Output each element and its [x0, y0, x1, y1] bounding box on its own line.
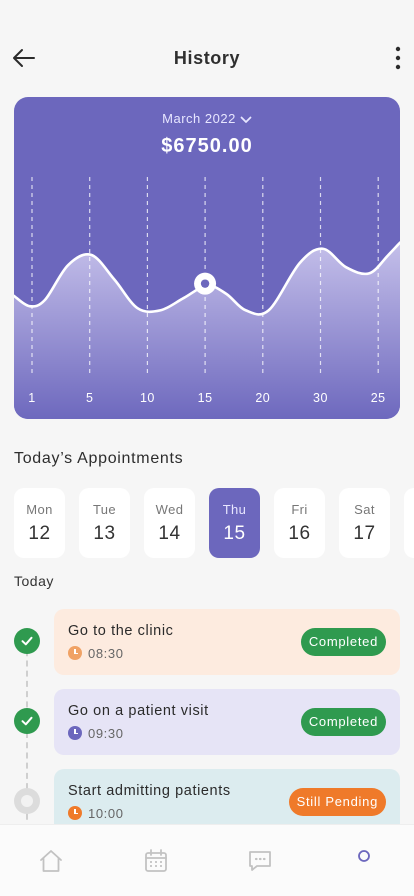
- chat-icon[interactable]: [246, 847, 274, 875]
- day-item[interactable]: Thu 15: [209, 488, 260, 558]
- appointments-title: Today’s Appointments: [14, 450, 184, 467]
- chevron-down-icon: [240, 116, 252, 123]
- check-circle-icon: [14, 628, 40, 654]
- month-label: March 2022: [162, 111, 236, 126]
- pending-circle-icon: [14, 788, 40, 814]
- x-tick-label: 1: [28, 391, 35, 405]
- total-amount: $6750.00: [161, 135, 253, 157]
- day-item[interactable]: Mon 12: [14, 488, 65, 558]
- time-label: 08:30: [88, 646, 124, 661]
- check-circle-icon: [14, 708, 40, 734]
- status-badge: Completed: [300, 628, 386, 656]
- month-selector[interactable]: March 2022: [14, 111, 400, 126]
- x-tick-label: 20: [255, 391, 270, 405]
- appointment-title: Go to the clinic: [68, 623, 174, 639]
- more-vertical-icon[interactable]: [390, 44, 406, 72]
- appointment-time: 09:30: [68, 726, 124, 741]
- profile-icon[interactable]: [350, 847, 378, 875]
- day-item[interactable]: Sat 17: [339, 488, 390, 558]
- day-name: Tue: [92, 502, 117, 517]
- day-item[interactable]: Fri 16: [274, 488, 325, 558]
- appointment-time: 08:30: [68, 646, 124, 661]
- time-label: 10:00: [88, 806, 124, 821]
- calendar-icon[interactable]: [142, 847, 170, 875]
- appointment-time: 10:00: [68, 806, 124, 821]
- home-icon[interactable]: [37, 847, 65, 875]
- appointment-title: Start admitting patients: [68, 783, 231, 799]
- day-number: 15: [223, 523, 246, 544]
- day-name: Thu: [222, 502, 247, 517]
- appointment-card[interactable]: Go on a patient visit 09:30 Completed: [54, 689, 400, 755]
- x-tick-label: 10: [140, 391, 155, 405]
- x-tick-label: 5: [86, 391, 93, 405]
- day-number: 14: [158, 523, 181, 544]
- history-chart-card: 1 5 10 15 20 30 25 March 2022 $6750.00: [14, 97, 400, 419]
- day-number: 17: [353, 523, 376, 544]
- x-tick-label: 30: [313, 391, 328, 405]
- bottom-nav: [0, 824, 414, 896]
- day-name: Sat: [354, 502, 375, 517]
- status-badge: Still Pending: [288, 788, 386, 816]
- day-item[interactable]: [404, 488, 414, 558]
- today-label: Today: [14, 573, 54, 589]
- day-item[interactable]: Wed 14: [144, 488, 195, 558]
- day-number: 16: [288, 523, 311, 544]
- day-name: Fri: [291, 502, 308, 517]
- day-selector: Mon 12 Tue 13 Wed 14 Thu 15 Fri 16 Sat 17: [14, 488, 414, 560]
- page-title: History: [173, 48, 241, 68]
- header: History: [0, 36, 414, 80]
- x-tick-label: 15: [198, 391, 213, 405]
- clock-icon: [68, 806, 82, 820]
- day-name: Mon: [26, 502, 53, 517]
- appointment-card[interactable]: Go to the clinic 08:30 Completed: [54, 609, 400, 675]
- day-number: 12: [28, 523, 51, 544]
- day-number: 13: [93, 523, 116, 544]
- selected-point-center: [200, 279, 210, 288]
- clock-icon: [68, 726, 82, 740]
- x-tick-label: 25: [371, 391, 386, 405]
- time-label: 09:30: [88, 726, 124, 741]
- appointment-title: Go on a patient visit: [68, 703, 209, 719]
- status-badge: Completed: [300, 708, 386, 736]
- day-item[interactable]: Tue 13: [79, 488, 130, 558]
- day-name: Wed: [155, 502, 184, 517]
- clock-icon: [68, 646, 82, 660]
